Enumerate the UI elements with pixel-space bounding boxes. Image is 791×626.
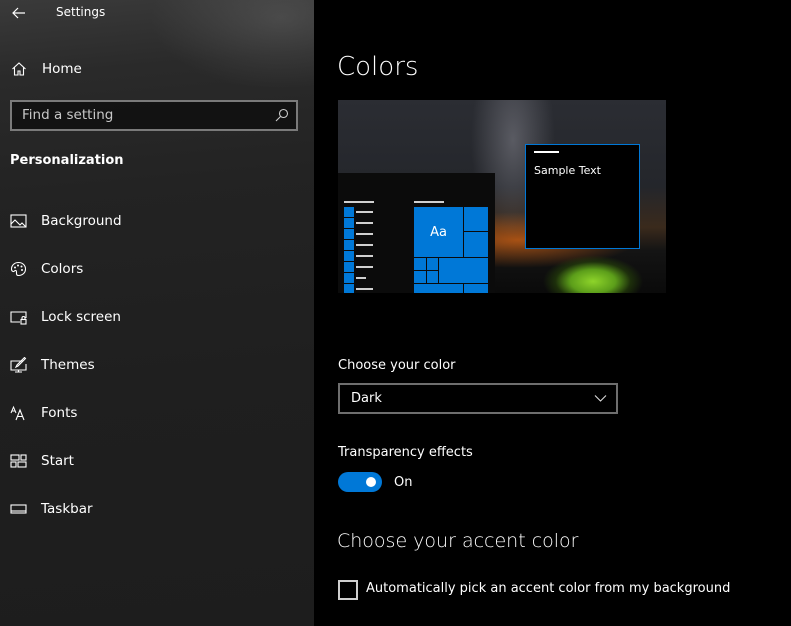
preview-list-tile xyxy=(344,284,354,293)
search-input[interactable]: Find a setting xyxy=(10,100,298,131)
sidebar-item-fonts[interactable]: Fonts xyxy=(0,393,314,433)
sidebar-item-label: Background xyxy=(41,213,122,229)
preview-list-line xyxy=(356,244,373,246)
preview-list-tile xyxy=(344,251,354,261)
home-link[interactable]: Home xyxy=(0,56,314,84)
preview-tile xyxy=(427,258,438,270)
arrow-left-icon xyxy=(12,7,25,19)
sidebar-item-label: Themes xyxy=(41,357,95,373)
preview-tile xyxy=(414,271,426,283)
preview-window-titlebar xyxy=(534,151,559,153)
preview-wallpaper-tent xyxy=(538,252,648,293)
palette-icon xyxy=(10,261,27,277)
preview-list-line xyxy=(356,255,373,257)
auto-accent-checkbox[interactable] xyxy=(338,580,358,600)
preview-list-line xyxy=(356,211,373,213)
sidebar-item-label: Fonts xyxy=(41,405,78,421)
themes-icon xyxy=(10,357,27,373)
sidebar-item-label: Start xyxy=(41,453,74,469)
home-label: Home xyxy=(42,61,82,77)
taskbar-icon xyxy=(10,504,27,514)
preview-sample-window: Sample Text xyxy=(525,144,640,249)
toggle-knob xyxy=(366,477,376,487)
preview-tile xyxy=(414,284,463,293)
chevron-down-icon xyxy=(594,395,607,402)
choose-color-value: Dark xyxy=(351,391,382,406)
preview-bar xyxy=(344,201,374,203)
back-button[interactable] xyxy=(8,2,30,24)
auto-accent-label[interactable]: Automatically pick an accent color from … xyxy=(366,581,730,596)
preview-list-line xyxy=(356,277,366,279)
sidebar-item-colors[interactable]: Colors xyxy=(0,249,314,289)
preview-list-tile xyxy=(344,240,354,250)
preview-list-line xyxy=(356,288,373,290)
transparency-state: On xyxy=(394,475,413,490)
preview-list-line xyxy=(356,266,373,268)
page-title: Colors xyxy=(337,52,419,82)
preview-sample-text: Sample Text xyxy=(534,164,601,177)
home-icon xyxy=(12,62,26,76)
preview-bar xyxy=(414,201,444,203)
picture-icon xyxy=(10,214,27,228)
choose-color-label: Choose your color xyxy=(338,358,456,373)
preview-list-tile xyxy=(344,218,354,228)
accent-color-heading: Choose your accent color xyxy=(337,530,579,552)
sidebar: Settings Home Find a setting Personaliza… xyxy=(0,0,314,626)
preview-list-tile xyxy=(344,273,354,283)
main-content: Colors Aa Sample Text Choose your color … xyxy=(314,0,791,626)
fonts-icon xyxy=(10,405,25,421)
preview-list-tile xyxy=(344,262,354,272)
sidebar-item-lock-screen[interactable]: Lock screen xyxy=(0,297,314,337)
preview-list-line xyxy=(356,222,373,224)
preview-tile xyxy=(464,284,488,293)
preview-tile-aa: Aa xyxy=(414,207,463,257)
preview-list-line xyxy=(356,233,373,235)
preview-list-tile xyxy=(344,207,354,217)
transparency-label: Transparency effects xyxy=(338,445,473,460)
start-icon xyxy=(10,454,27,468)
preview-list-tile xyxy=(344,229,354,239)
transparency-toggle[interactable] xyxy=(338,472,382,492)
sidebar-item-label: Colors xyxy=(41,261,84,277)
preview-tile xyxy=(439,258,488,283)
app-title: Settings xyxy=(56,5,106,19)
choose-color-dropdown[interactable]: Dark xyxy=(338,383,618,414)
sidebar-item-label: Taskbar xyxy=(41,501,93,517)
preview-tile xyxy=(464,207,488,231)
search-placeholder: Find a setting xyxy=(22,107,114,123)
search-icon[interactable] xyxy=(275,108,289,122)
sidebar-item-label: Lock screen xyxy=(41,309,121,325)
lock-screen-icon xyxy=(10,311,27,325)
sidebar-item-background[interactable]: Background xyxy=(0,201,314,241)
preview-start-menu: Aa xyxy=(338,173,495,293)
sidebar-item-themes[interactable]: Themes xyxy=(0,345,314,385)
preview-tile xyxy=(464,232,488,257)
sidebar-item-start[interactable]: Start xyxy=(0,441,314,481)
preview-tile xyxy=(427,271,438,283)
section-title: Personalization xyxy=(10,153,124,168)
theme-preview: Aa Sample Text xyxy=(338,100,666,293)
preview-tile xyxy=(414,258,426,270)
title-bar: Settings xyxy=(0,0,314,28)
sidebar-item-taskbar[interactable]: Taskbar xyxy=(0,489,314,529)
